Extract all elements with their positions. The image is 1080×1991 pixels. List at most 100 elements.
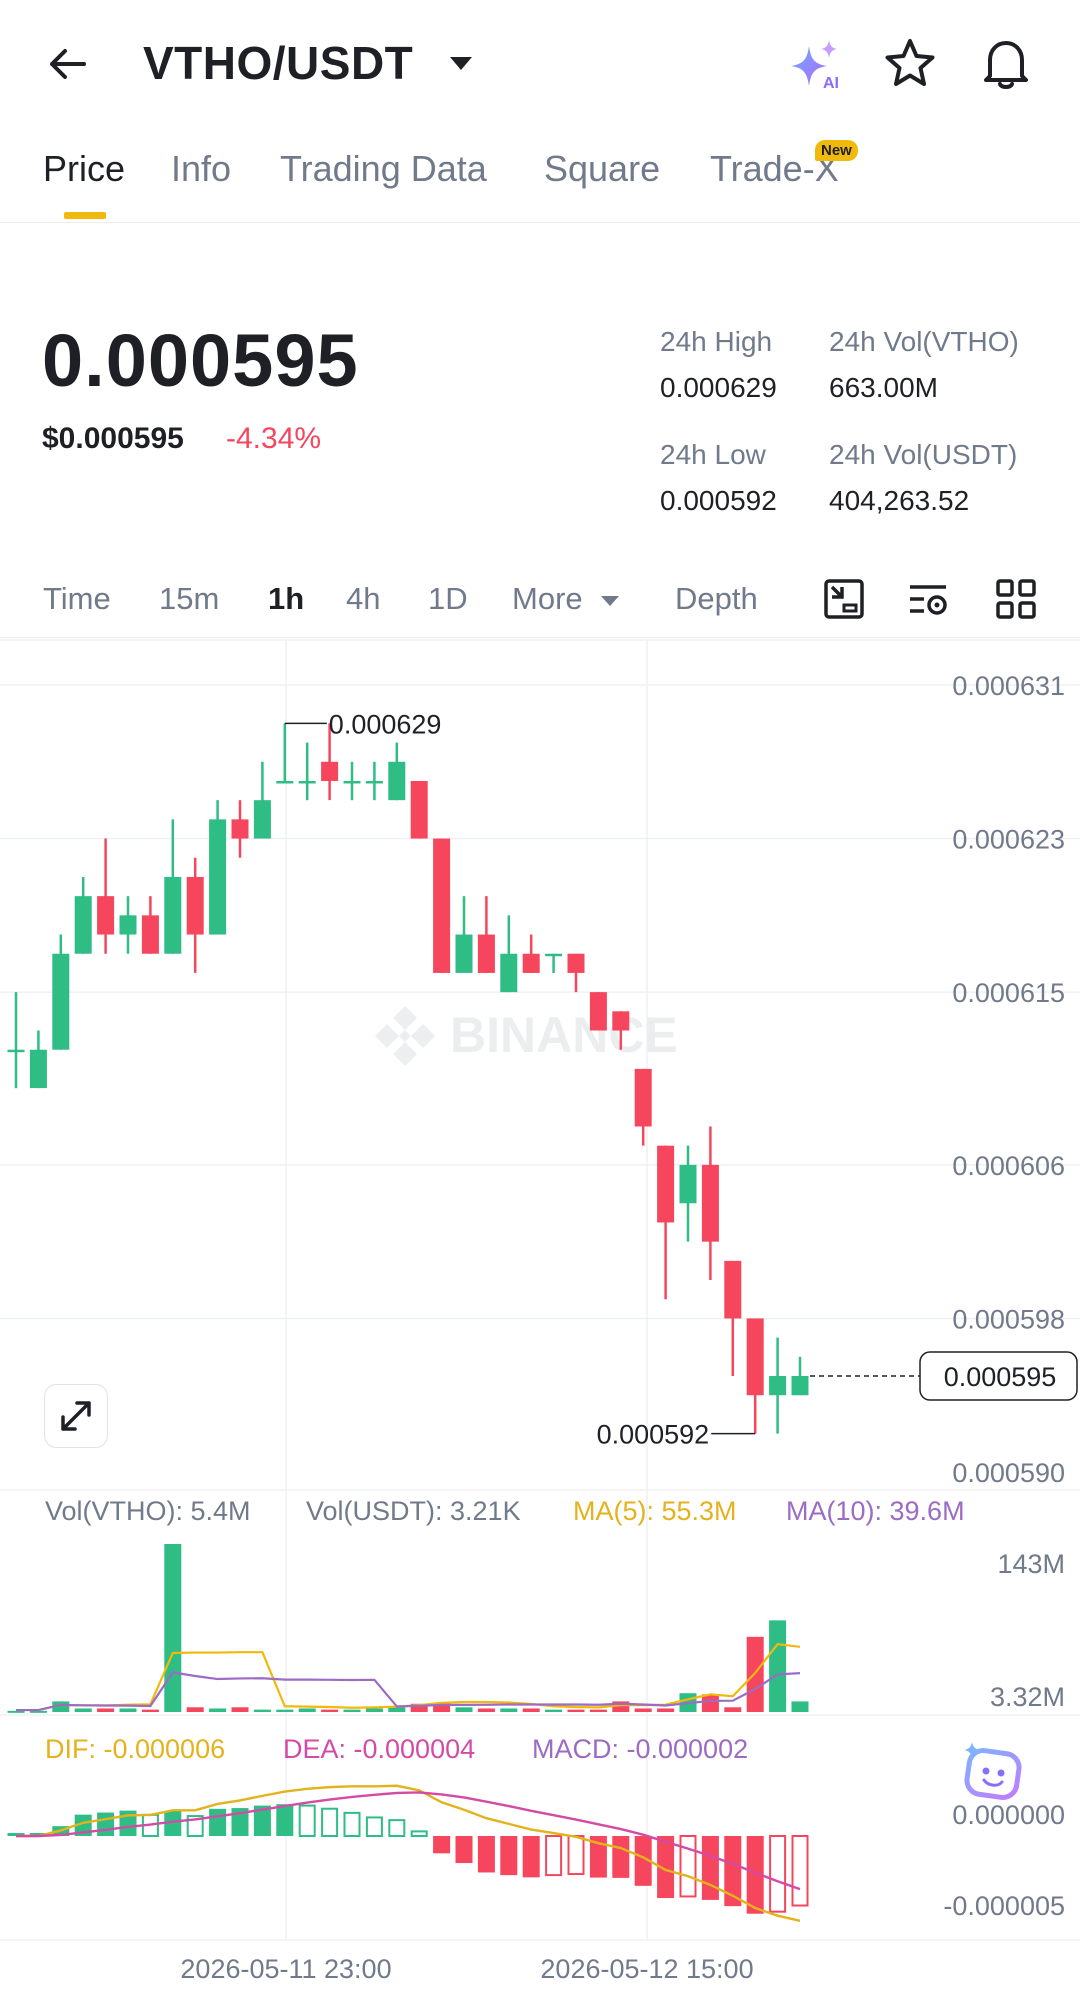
macd-histogram-bar	[298, 1804, 316, 1838]
candle-body	[724, 1260, 742, 1319]
pair-title[interactable]: VTHO/USDT	[143, 36, 413, 90]
price-tick-label: 0.000631	[952, 671, 1065, 701]
favorite-star-icon[interactable]	[882, 36, 938, 92]
candle-body	[634, 1068, 652, 1127]
volume-bar	[186, 1707, 204, 1712]
candle-body	[410, 780, 428, 839]
candle-body	[455, 934, 473, 973]
candle-body	[298, 780, 316, 784]
high-marker-label: 0.000629	[329, 709, 442, 739]
ai-sparkle-icon[interactable]: AI	[785, 36, 845, 92]
top-bar: VTHO/USDT AI	[0, 0, 1080, 130]
volume-bar	[321, 1709, 339, 1712]
macd-histogram-bar	[365, 1816, 383, 1838]
candle-body	[119, 915, 137, 935]
interval-4h[interactable]: 4h	[346, 581, 380, 617]
macd-histogram-bar	[567, 1835, 585, 1876]
volume-bar	[500, 1708, 518, 1712]
caret-down-icon[interactable]	[448, 54, 474, 72]
macd-histogram-bar	[679, 1835, 697, 1898]
price-change-percent: -4.34%	[226, 422, 322, 455]
price-chart[interactable]: 0.000631 0.000623 0.000615 0.000606 0.000598…	[0, 638, 1080, 1991]
assistant-bot-icon[interactable]	[958, 1738, 1028, 1808]
volume-bar	[791, 1701, 809, 1712]
volume-bar	[276, 1709, 294, 1712]
candle-body	[433, 838, 451, 973]
macd-histogram-bar	[455, 1836, 473, 1864]
candle-body	[141, 915, 159, 954]
tab-square[interactable]: Square	[544, 148, 660, 190]
more-caret-icon[interactable]	[600, 594, 620, 608]
macd-histogram-bar	[97, 1812, 115, 1836]
macd-histogram-bar	[701, 1836, 719, 1900]
candle-body	[567, 953, 585, 973]
high-label: 24h High	[660, 326, 773, 357]
volume-bar	[231, 1707, 249, 1712]
candle-body	[186, 876, 204, 935]
candle-body	[29, 1049, 47, 1089]
chart-fullscreen-icon[interactable]	[822, 577, 866, 621]
interval-time[interactable]: Time	[43, 581, 111, 617]
candle-body	[746, 1318, 764, 1396]
price-tick-label: 0.000606	[952, 1151, 1065, 1181]
volume-bar	[388, 1707, 406, 1712]
vol-quote-label: 24h Vol(USDT)	[829, 439, 1018, 470]
vol-base-value: 663.00M	[829, 372, 938, 403]
volume-bar	[589, 1709, 607, 1712]
grid-layout-icon[interactable]	[994, 577, 1038, 621]
volume-bar	[567, 1709, 585, 1712]
volume-bar	[701, 1694, 719, 1712]
candle-body	[7, 1049, 25, 1053]
candle-body	[657, 1145, 675, 1223]
volume-bar	[209, 1708, 227, 1712]
candle-body	[231, 819, 249, 839]
candle-body	[522, 953, 540, 973]
candle-body	[500, 953, 518, 993]
volume-bar	[343, 1709, 361, 1712]
macd-histogram-bar	[477, 1836, 495, 1873]
volume-bar	[657, 1708, 675, 1712]
volume-bar	[455, 1707, 473, 1712]
macd-histogram-bar	[410, 1830, 428, 1838]
volume-bars: 143M 3.32M	[7, 1544, 1065, 1713]
macd-histogram-bar	[343, 1811, 361, 1837]
interval-more[interactable]: More	[512, 581, 583, 617]
macd-histogram-bar	[612, 1836, 630, 1878]
interval-1d[interactable]: 1D	[428, 581, 468, 617]
candle-body	[769, 1376, 787, 1396]
last-price: 0.000595	[42, 319, 359, 402]
candle-body	[276, 780, 294, 784]
depth-tab[interactable]: Depth	[675, 581, 758, 617]
candle-body	[589, 992, 607, 1031]
candle-body	[365, 780, 383, 784]
volume-bar	[141, 1709, 159, 1712]
tab-price[interactable]: Price	[43, 148, 125, 190]
tab-trading-data[interactable]: Trading Data	[280, 148, 487, 190]
back-arrow-icon[interactable]	[44, 40, 92, 88]
volume-bar	[724, 1707, 742, 1712]
high-value: 0.000629	[660, 372, 777, 403]
low-value: 0.000592	[660, 485, 777, 516]
interval-1h[interactable]: 1h	[268, 581, 304, 617]
candle-body	[701, 1164, 719, 1242]
volume-bar	[365, 1708, 383, 1712]
vol-base-label: 24h Vol(VTHO)	[829, 326, 1019, 357]
macd-histogram-bar	[321, 1807, 339, 1837]
new-badge: New	[815, 140, 858, 161]
vol-quote-legend: Vol(USDT): 3.21K	[306, 1496, 521, 1526]
volume-bar	[545, 1709, 563, 1712]
alert-bell-icon[interactable]	[978, 34, 1034, 92]
tab-info[interactable]: Info	[171, 148, 231, 190]
volume-tick-label: 3.32M	[990, 1682, 1065, 1712]
price-overlays: 0.000629 0.000592 0.000595	[284, 709, 1078, 1450]
candle-body	[791, 1376, 809, 1396]
macd-legend: MACD: -0.000002	[532, 1734, 749, 1764]
interval-15m[interactable]: 15m	[159, 581, 219, 617]
low-marker-label: 0.000592	[597, 1420, 710, 1450]
price-tick-label: 0.000590	[952, 1458, 1065, 1488]
time-axis-label: 2026-05-11 23:00	[180, 1954, 391, 1984]
expand-chart-button[interactable]	[44, 1384, 108, 1448]
macd-panel: 0.000000-0.0000052026-05-11 23:00 2026-05…	[7, 1784, 1065, 1984]
volume-tick-label: 143M	[997, 1549, 1065, 1579]
chart-settings-icon[interactable]	[906, 577, 950, 621]
